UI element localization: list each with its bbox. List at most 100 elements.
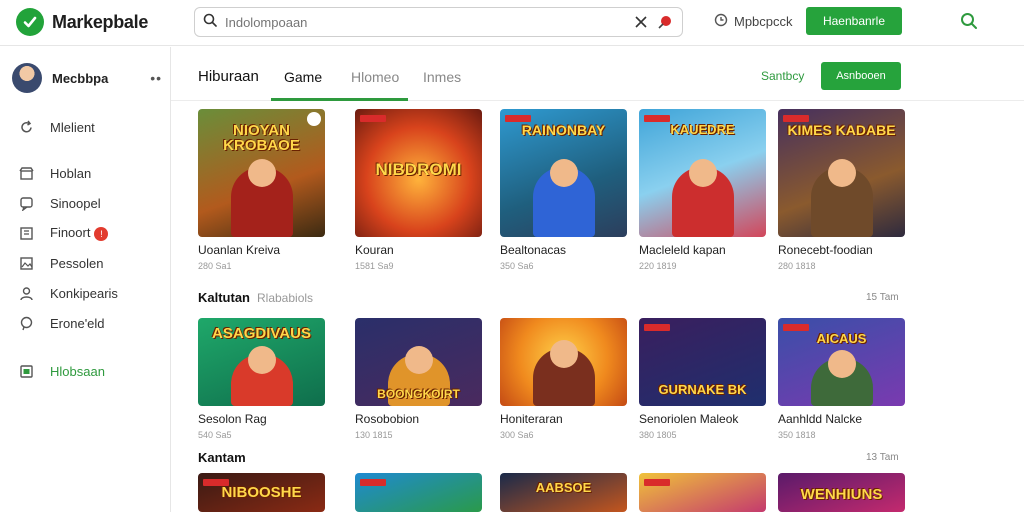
character-figure — [532, 340, 595, 406]
row-count[interactable]: 15 Tam — [866, 292, 899, 303]
art-title: KAUEDRE — [670, 122, 735, 137]
card-title: Uoanlan Kreiva — [198, 243, 281, 257]
card-meta: 130 1815 — [355, 430, 393, 440]
art-title: BOONGKOIRT — [377, 387, 460, 401]
game-card[interactable]: GURNAKE BK Senoriolen Maleok 380 1805 — [639, 318, 766, 440]
game-card[interactable]: RAINONBAY Bealtonacas 350 Sa6 — [500, 109, 627, 271]
top-bar: Markepbale Mpbcpcck Haenbanrle — [0, 0, 1024, 46]
check-icon — [16, 8, 44, 36]
sidebar-item-3[interactable]: Finoort! — [18, 225, 109, 241]
game-card[interactable]: ASAGDIVAUS Sesolon Rag 540 Sa5 — [198, 318, 325, 440]
clear-icon[interactable] — [632, 13, 650, 31]
game-card[interactable]: AABSOE — [500, 473, 627, 512]
game-thumbnail: NIBOOSHE — [198, 473, 325, 512]
sidebar-item-label: Hlobsaan — [50, 363, 105, 379]
tag-badge — [783, 115, 809, 122]
sidebar-item-6[interactable]: Erone'eld — [18, 315, 105, 331]
tab-game[interactable]: Game — [284, 69, 322, 85]
card-meta: 380 1805 — [639, 430, 677, 440]
favorite-icon[interactable] — [307, 112, 321, 126]
secondary-link[interactable]: Santbcy — [761, 69, 804, 83]
card-title: Aanhldd Nalcke — [778, 412, 863, 426]
sidebar-item-0[interactable]: Mlelient — [18, 119, 95, 135]
tag-badge — [783, 324, 809, 331]
character-figure — [230, 346, 293, 406]
tag-badge — [360, 479, 386, 486]
avatar — [12, 63, 42, 93]
game-thumbnail: BOONGKOIRT — [355, 318, 482, 406]
tag-badge — [644, 324, 670, 331]
character-figure — [810, 159, 873, 237]
game-card[interactable] — [639, 473, 766, 512]
game-thumbnail: NIBDROMI — [355, 109, 482, 237]
sidebar-item-label: Finoort — [50, 225, 91, 240]
game-thumbnail: GURNAKE BK — [639, 318, 766, 406]
search-input[interactable] — [225, 14, 626, 30]
character-figure — [230, 159, 293, 237]
row-header: Kantam — [198, 450, 246, 465]
sidebar-item-5[interactable]: Konkipearis — [18, 285, 118, 301]
art-title: NIOYAN KROBAOE — [223, 122, 300, 154]
tag-badge — [644, 479, 670, 486]
card-meta: 220 1819 — [639, 261, 677, 271]
book-icon — [18, 225, 34, 241]
game-card[interactable]: NIOYAN KROBAOE Uoanlan Kreiva 280 Sa1 — [198, 109, 325, 271]
sidebar-item-label: Konkipearis — [50, 285, 118, 301]
game-thumbnail: RAINONBAY — [500, 109, 627, 237]
card-meta: 1581 Sa9 — [355, 261, 394, 271]
game-card[interactable]: Honiteraran 300 Sa6 — [500, 318, 627, 440]
sidebar-item-label: Sinoopel — [50, 195, 101, 211]
card-title: Senoriolen Maleok — [639, 412, 739, 426]
card-title: Sesolon Rag — [198, 412, 267, 426]
sidebar: Mecbbpa •• Mlelient Hoblan Sinoopel Fino… — [0, 47, 171, 512]
game-card[interactable]: NIBOOSHE — [198, 473, 325, 512]
card-meta: 280 1818 — [778, 261, 816, 271]
card-title: Kouran — [355, 243, 394, 257]
profile[interactable]: Mecbbpa •• — [12, 63, 162, 93]
game-card[interactable]: KIMES KADABE Ronecebt-foodian 280 1818 — [778, 109, 905, 271]
card-meta: 540 Sa5 — [198, 430, 232, 440]
image-icon — [18, 255, 34, 271]
sidebar-item-4[interactable]: Pessolen — [18, 255, 103, 271]
tag-badge — [644, 115, 670, 122]
row-subheader[interactable]: Rlababiols — [257, 291, 313, 305]
sidebar-item-label: Pessolen — [50, 255, 104, 271]
game-card[interactable]: NIBDROMI Kouran 1581 Sa9 — [355, 109, 482, 271]
search-icon[interactable] — [960, 12, 978, 35]
more-icon[interactable]: •• — [150, 70, 162, 86]
art-title: KIMES KADABE — [787, 122, 896, 138]
sidebar-item-1[interactable]: Hoblan — [18, 165, 91, 181]
tab-inmes[interactable]: Inmes — [423, 69, 461, 85]
store-icon — [18, 165, 34, 181]
voice-icon[interactable] — [656, 13, 674, 31]
art-title: ASAGDIVAUS — [212, 325, 311, 342]
game-card[interactable]: KAUEDRE Macleleld kapan 220 1819 — [639, 109, 766, 271]
card-title: Honiteraran — [500, 412, 563, 426]
game-thumbnail: KIMES KADABE — [778, 109, 905, 237]
sidebar-item-2[interactable]: Sinoopel — [18, 195, 101, 211]
sidebar-item-label: Hoblan — [50, 165, 92, 181]
top-link[interactable]: Mpbcpcck — [714, 13, 793, 30]
tag-badge — [505, 115, 531, 122]
refresh-icon — [18, 119, 34, 135]
character-figure — [810, 350, 873, 406]
tab-hlomeo[interactable]: Hlomeo — [351, 69, 399, 85]
chat-icon — [18, 195, 34, 211]
game-card[interactable]: AICAUS Aanhldd Nalcke 350 1818 — [778, 318, 905, 440]
tag-badge — [360, 115, 386, 122]
art-title: AABSOE — [535, 480, 592, 495]
game-card[interactable]: BOONGKOIRT Rosobobion 130 1815 — [355, 318, 482, 440]
art-title: GURNAKE BK — [658, 382, 747, 397]
row-count[interactable]: 13 Tam — [866, 452, 899, 463]
game-card[interactable] — [355, 473, 482, 512]
game-card[interactable]: WENHIUNS — [778, 473, 905, 512]
app-logo[interactable]: Markepbale — [16, 8, 148, 36]
game-thumbnail — [355, 473, 482, 512]
game-thumbnail: NIOYAN KROBAOE — [198, 109, 325, 237]
art-title: WENHIUNS — [800, 486, 883, 503]
sidebar-item-7[interactable]: Hlobsaan — [18, 363, 105, 379]
game-thumbnail: AICAUS — [778, 318, 905, 406]
art-title: AICAUS — [816, 331, 867, 346]
action-button[interactable]: Asnbooen — [821, 62, 901, 90]
primary-button[interactable]: Haenbanrle — [806, 7, 902, 35]
